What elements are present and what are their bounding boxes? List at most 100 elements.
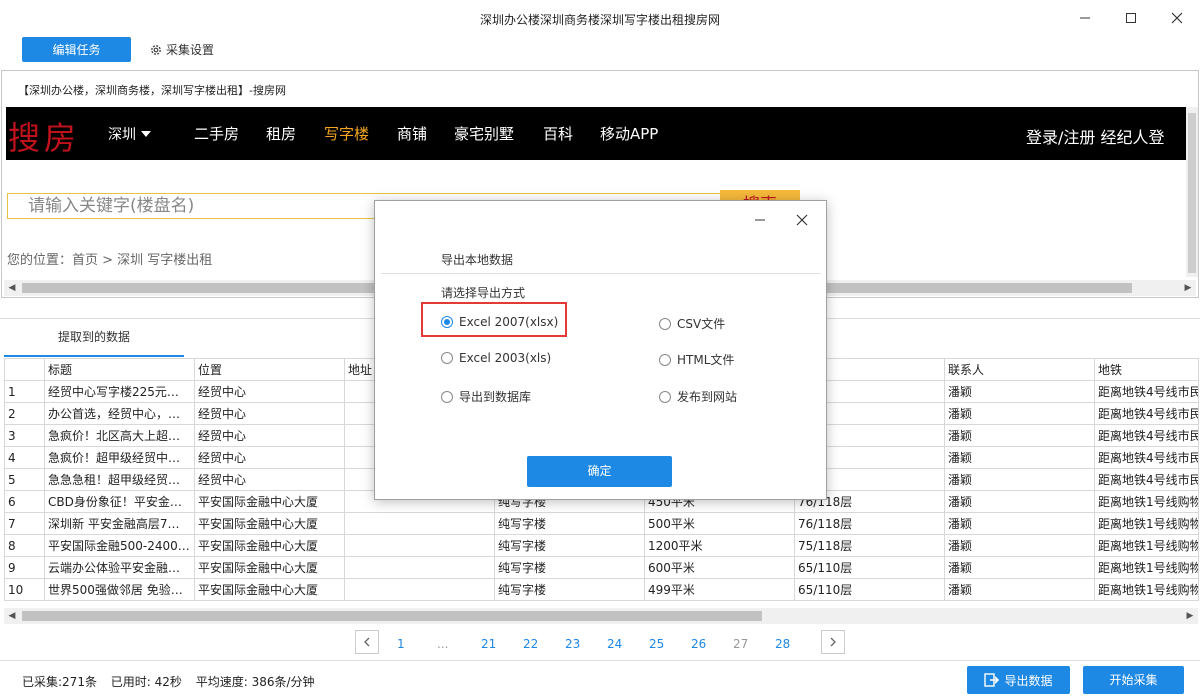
column-header[interactable]: 标题 (44, 358, 195, 381)
table-row[interactable]: 9 云端办公体验平安金融… 平安国际金融中心大厦 纯写字楼 600平米 65/110层 潘颖… (4, 556, 1199, 579)
table-cell[interactable]: 平安国际金融中心大厦 (194, 534, 345, 557)
table-scroll-left-icon[interactable]: ◀ (4, 608, 20, 624)
table-cell[interactable]: 平安国际金融中心大厦 (194, 512, 345, 535)
row-index[interactable]: 10 (4, 578, 45, 601)
option-excel-2003[interactable]: Excel 2003(xls) (441, 351, 551, 365)
scroll-right-icon[interactable]: ▶ (1180, 280, 1196, 296)
table-cell[interactable]: 纯写字楼 (494, 556, 645, 579)
dialog-minimize-button[interactable] (747, 209, 773, 231)
table-cell[interactable]: 潘颖 (944, 534, 1095, 557)
table-cell[interactable]: 经贸中心写字楼225元… (44, 380, 195, 403)
tab-extracted-data[interactable]: 提取到的数据 (4, 319, 184, 357)
table-cell[interactable]: 平安国际金融500-2400… (44, 534, 195, 557)
table-cell[interactable]: 499平米 (644, 578, 795, 601)
table-cell[interactable]: 潘颖 (944, 578, 1095, 601)
browser-vertical-scrollbar[interactable] (1186, 107, 1198, 277)
table-cell[interactable]: 急疯价！超甲级经贸中… (44, 446, 195, 469)
table-cell[interactable]: 距离地铁1号线购物 (1094, 556, 1199, 579)
site-logo[interactable]: 搜房 (8, 113, 80, 159)
table-cell[interactable]: 距离地铁4号线市民 (1094, 446, 1199, 469)
column-header[interactable]: 地铁 (1094, 358, 1199, 381)
row-index[interactable]: 5 (4, 468, 45, 491)
city-selector[interactable]: 深圳 (108, 124, 151, 144)
table-cell[interactable]: 急疯价！北区高大上超… (44, 424, 195, 447)
table-cell[interactable]: 距离地铁1号线购物 (1094, 512, 1199, 535)
nav-item-zufang[interactable]: 租房 (266, 123, 296, 144)
nav-item-shangpu[interactable]: 商铺 (397, 123, 427, 144)
page-link[interactable]: 26 (691, 637, 706, 651)
nav-item-ershoufang[interactable]: 二手房 (194, 123, 239, 144)
page-link[interactable]: 22 (523, 637, 538, 651)
table-cell[interactable]: 潘颖 (944, 402, 1095, 425)
table-cell[interactable]: 经贸中心 (194, 380, 345, 403)
page-link[interactable]: 25 (649, 637, 664, 651)
table-horizontal-scrollbar[interactable]: ◀ ▶ (4, 608, 1198, 624)
table-cell[interactable]: 云端办公体验平安金融… (44, 556, 195, 579)
table-cell[interactable]: 距离地铁4号线市民 (1094, 402, 1199, 425)
row-index[interactable]: 1 (4, 380, 45, 403)
table-row[interactable]: 7 深圳新 平安金融高层7… 平安国际金融中心大厦 纯写字楼 500平米 76/118层潘… (4, 512, 1199, 535)
table-cell[interactable]: 潘颖 (944, 446, 1095, 469)
row-index[interactable]: 9 (4, 556, 45, 579)
export-data-button[interactable]: 导出数据 (967, 666, 1070, 694)
minimize-button[interactable] (1062, 4, 1108, 32)
maximize-button[interactable] (1108, 4, 1154, 32)
page-link[interactable]: 1 (397, 637, 405, 651)
table-cell[interactable]: 距离地铁1号线购物 (1094, 578, 1199, 601)
table-cell[interactable]: 世界500强做邻居 免验… (44, 578, 195, 601)
table-cell[interactable]: 纯写字楼 (494, 578, 645, 601)
table-cell[interactable]: 65/110层 (794, 578, 945, 601)
table-cell[interactable]: 纯写字楼 (494, 534, 645, 557)
table-cell[interactable]: 经贸中心 (194, 446, 345, 469)
table-cell[interactable]: 办公首选，经贸中心，… (44, 402, 195, 425)
table-cell[interactable]: 潘颖 (944, 380, 1095, 403)
confirm-button[interactable]: 确定 (527, 456, 672, 487)
page-link[interactable]: 28 (775, 637, 790, 651)
table-row[interactable]: 8 平安国际金融500-2400… 平安国际金融中心大厦 纯写字楼 1200平米 75/1… (4, 534, 1199, 557)
option-html[interactable]: HTML文件 (659, 351, 734, 368)
table-cell[interactable]: 经贸中心 (194, 402, 345, 425)
table-cell[interactable]: 500平米 (644, 512, 795, 535)
table-cell[interactable]: 距离地铁4号线市民 (1094, 424, 1199, 447)
column-header[interactable]: 联系人 (944, 358, 1095, 381)
table-cell[interactable]: 75/118层 (794, 534, 945, 557)
start-collect-button[interactable]: 开始采集 (1083, 666, 1184, 694)
close-button[interactable] (1154, 4, 1200, 32)
table-cell[interactable]: 平安国际金融中心大厦 (194, 490, 345, 513)
nav-item-baike[interactable]: 百科 (543, 123, 573, 144)
page-link[interactable]: 21 (481, 637, 496, 651)
nav-item-xiezilou[interactable]: 写字楼 (324, 123, 369, 144)
table-cell[interactable]: 经贸中心 (194, 468, 345, 491)
row-index[interactable]: 3 (4, 424, 45, 447)
nav-item-haozhai[interactable]: 豪宅别墅 (454, 123, 514, 144)
table-cell[interactable]: 1200平米 (644, 534, 795, 557)
row-index[interactable]: 7 (4, 512, 45, 535)
nav-item-app[interactable]: 移动APP (600, 123, 658, 144)
page-link[interactable]: 24 (607, 637, 622, 651)
option-csv[interactable]: CSV文件 (659, 315, 725, 332)
row-index[interactable]: 2 (4, 402, 45, 425)
login-register-link[interactable]: 登录/注册 经纪人登 (1026, 124, 1164, 148)
table-cell[interactable]: 深圳新 平安金融高层7… (44, 512, 195, 535)
option-database[interactable]: 导出到数据库 (441, 388, 531, 405)
next-page-button[interactable] (821, 630, 845, 654)
table-cell[interactable]: 距离地铁4号线市民 (1094, 468, 1199, 491)
table-cell[interactable]: 潘颖 (944, 468, 1095, 491)
table-cell[interactable]: 距离地铁1号线购物 (1094, 490, 1199, 513)
column-header[interactable]: 位置 (194, 358, 345, 381)
scroll-left-icon[interactable]: ◀ (4, 280, 20, 296)
row-index[interactable]: 4 (4, 446, 45, 469)
table-cell[interactable]: 距离地铁1号线购物 (1094, 534, 1199, 557)
edit-task-button[interactable]: 编辑任务 (22, 37, 131, 62)
table-cell[interactable]: 76/118层 (794, 512, 945, 535)
table-row[interactable]: 10 世界500强做邻居 免验… 平安国际金融中心大厦 纯写字楼 499平米 65/110… (4, 578, 1199, 601)
table-cell[interactable]: 600平米 (644, 556, 795, 579)
column-header[interactable] (4, 358, 45, 381)
table-cell[interactable]: 平安国际金融中心大厦 (194, 578, 345, 601)
table-cell[interactable]: 距离地铁4号线市民 (1094, 380, 1199, 403)
table-cell[interactable]: 潘颖 (944, 490, 1095, 513)
row-index[interactable]: 8 (4, 534, 45, 557)
option-excel-2007[interactable]: Excel 2007(xlsx) (441, 315, 558, 329)
table-cell[interactable]: 潘颖 (944, 512, 1095, 535)
table-cell[interactable]: 纯写字楼 (494, 512, 645, 535)
